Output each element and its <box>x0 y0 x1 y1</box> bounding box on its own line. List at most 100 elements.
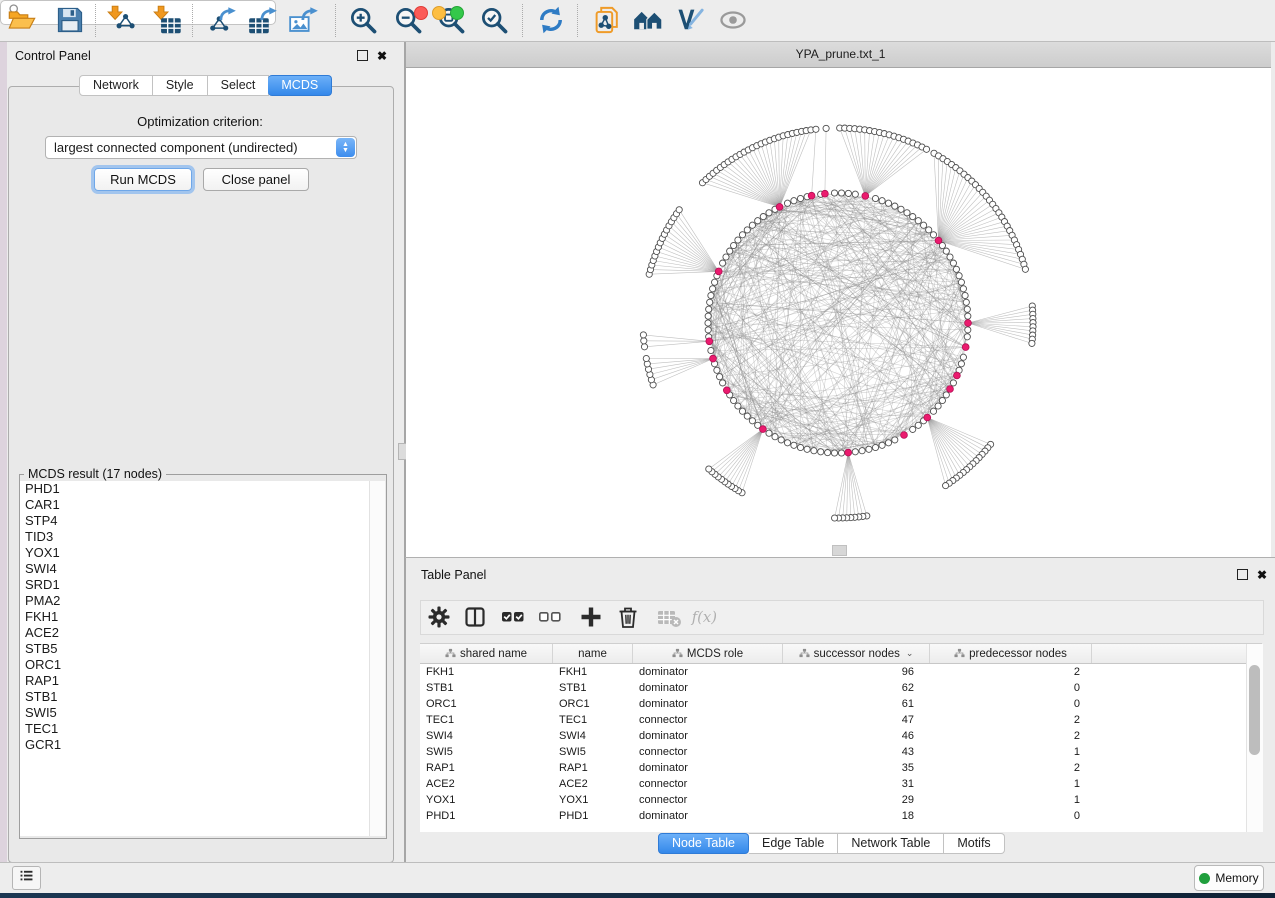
table-row[interactable]: ORC1ORC1dominator610 <box>420 696 1262 712</box>
deselect-all-rows-icon[interactable] <box>537 604 563 630</box>
tab-motifs[interactable]: Motifs <box>944 833 1004 854</box>
table-row[interactable]: RAP1RAP1dominator352 <box>420 760 1262 776</box>
svg-text:f(x): f(x) <box>691 609 716 626</box>
network-home-icon[interactable] <box>633 5 663 35</box>
export-network-icon[interactable] <box>207 5 237 35</box>
mcds-result-item[interactable]: STB5 <box>20 641 369 657</box>
cell-mcds_role: connector <box>633 794 783 806</box>
table-row[interactable]: TEC1TEC1connector472 <box>420 712 1262 728</box>
zoom-selected-icon[interactable] <box>479 5 509 35</box>
mcds-result-item[interactable]: TID3 <box>20 529 369 545</box>
table-row[interactable]: FKH1FKH1dominator962 <box>420 664 1262 680</box>
mcds-result-item[interactable]: RAP1 <box>20 673 369 689</box>
mcds-result-list[interactable]: PHD1CAR1STP4TID3YOX1SWI4SRD1PMA2FKH1ACE2… <box>20 481 369 836</box>
toggle-columns-icon[interactable] <box>462 604 488 630</box>
tab-network[interactable]: Network <box>79 75 153 96</box>
column-header-successor-nodes[interactable]: successor nodes⌄ <box>783 644 930 663</box>
table-scrollbar-thumb[interactable] <box>1249 665 1260 755</box>
table-row[interactable]: YOX1YOX1connector291 <box>420 792 1262 808</box>
cell-shared_name: YOX1 <box>420 794 553 806</box>
cell-name: TEC1 <box>553 714 633 726</box>
maximize-window-traffic-light[interactable] <box>450 6 464 20</box>
column-label: MCDS role <box>687 648 743 660</box>
toolbar-separator <box>192 4 194 37</box>
network-table-splitter-handle[interactable] <box>832 545 847 556</box>
table-row[interactable]: STB1STB1dominator620 <box>420 680 1262 696</box>
mcds-result-item[interactable]: STB1 <box>20 689 369 705</box>
export-image-icon[interactable] <box>289 5 319 35</box>
mcds-result-item[interactable]: CAR1 <box>20 497 369 513</box>
export-table-icon[interactable] <box>248 5 278 35</box>
cell-mcds_role: dominator <box>633 810 783 822</box>
mcds-result-item[interactable]: ACE2 <box>20 625 369 641</box>
run-mcds-button[interactable]: Run MCDS <box>94 168 192 191</box>
mcds-result-item[interactable]: YOX1 <box>20 545 369 561</box>
float-panel-icon[interactable] <box>357 50 368 61</box>
mcds-result-item[interactable]: SWI5 <box>20 705 369 721</box>
column-header-shared-name[interactable]: shared name <box>420 644 553 663</box>
table-row[interactable]: SWI4SWI4dominator462 <box>420 728 1262 744</box>
table-settings-icon[interactable] <box>426 604 452 630</box>
clone-network-icon[interactable] <box>592 5 622 35</box>
column-header-predecessor-nodes[interactable]: predecessor nodes <box>930 644 1092 663</box>
tab-mcds[interactable]: MCDS <box>268 75 332 96</box>
node-table-body: FKH1FKH1dominator962STB1STB1dominator620… <box>420 664 1262 824</box>
open-file-icon[interactable] <box>7 5 37 35</box>
style-preview-icon[interactable] <box>675 5 705 35</box>
column-header-name[interactable]: name <box>553 644 633 663</box>
import-network-icon[interactable] <box>107 5 137 35</box>
minimize-window-traffic-light[interactable] <box>432 6 446 20</box>
mcds-result-item[interactable]: PMA2 <box>20 593 369 609</box>
table-row[interactable]: SWI5SWI5connector431 <box>420 744 1262 760</box>
mcds-result-item[interactable]: PHD1 <box>20 481 369 497</box>
mcds-result-item[interactable]: TEC1 <box>20 721 369 737</box>
table-toolbar: f(x) <box>420 600 1264 635</box>
select-all-rows-icon[interactable] <box>500 604 526 630</box>
close-window-traffic-light[interactable] <box>414 6 428 20</box>
tab-node-table[interactable]: Node Table <box>658 833 749 854</box>
toolbar-separator <box>335 4 337 37</box>
mcds-list-scrollbar[interactable] <box>369 481 385 836</box>
optimization-criterion-select[interactable]: largest connected component (undirected)… <box>45 136 357 159</box>
status-bar <box>0 862 1275 893</box>
refresh-icon[interactable] <box>536 5 566 35</box>
cell-successor_nodes: 62 <box>783 682 930 694</box>
network-view-canvas[interactable] <box>406 68 1271 557</box>
tab-network-table[interactable]: Network Table <box>838 833 944 854</box>
mcds-result-item[interactable]: SWI4 <box>20 561 369 577</box>
close-panel-icon[interactable]: ✖ <box>1257 570 1267 580</box>
column-header-MCDS-role[interactable]: MCDS role <box>633 644 783 663</box>
table-row[interactable]: PHD1PHD1dominator180 <box>420 808 1262 824</box>
panel-menu-button[interactable] <box>12 866 41 890</box>
add-column-icon[interactable] <box>578 604 604 630</box>
mcds-result-item[interactable]: STP4 <box>20 513 369 529</box>
cell-mcds_role: dominator <box>633 762 783 774</box>
cell-shared_name: ORC1 <box>420 698 553 710</box>
mcds-result-item[interactable]: ORC1 <box>20 657 369 673</box>
toolbar-separator <box>95 4 97 37</box>
tab-select[interactable]: Select <box>208 75 270 96</box>
delete-column-icon[interactable] <box>615 604 641 630</box>
close-panel-button[interactable]: Close panel <box>203 168 309 191</box>
save-session-icon[interactable] <box>55 5 85 35</box>
network-graph <box>406 68 1271 557</box>
cell-predecessor_nodes: 1 <box>930 746 1092 758</box>
mcds-result-item[interactable]: FKH1 <box>20 609 369 625</box>
memory-button[interactable]: Memory <box>1194 865 1264 891</box>
table-row[interactable]: ACE2ACE2connector311 <box>420 776 1262 792</box>
float-panel-icon[interactable] <box>1237 569 1248 580</box>
cell-name: SWI4 <box>553 730 633 742</box>
cell-mcds_role: connector <box>633 778 783 790</box>
tab-style[interactable]: Style <box>153 75 208 96</box>
cell-successor_nodes: 29 <box>783 794 930 806</box>
toolbar-separator <box>522 4 524 37</box>
close-panel-icon[interactable]: ✖ <box>377 51 387 61</box>
import-table-icon[interactable] <box>153 5 183 35</box>
show-hide-icon[interactable] <box>718 5 748 35</box>
mcds-result-title: MCDS result (17 nodes) <box>24 467 166 481</box>
mcds-result-item[interactable]: GCR1 <box>20 737 369 753</box>
zoom-in-icon[interactable] <box>348 5 378 35</box>
column-label: successor nodes <box>814 648 900 660</box>
mcds-result-item[interactable]: SRD1 <box>20 577 369 593</box>
tab-edge-table[interactable]: Edge Table <box>749 833 838 854</box>
